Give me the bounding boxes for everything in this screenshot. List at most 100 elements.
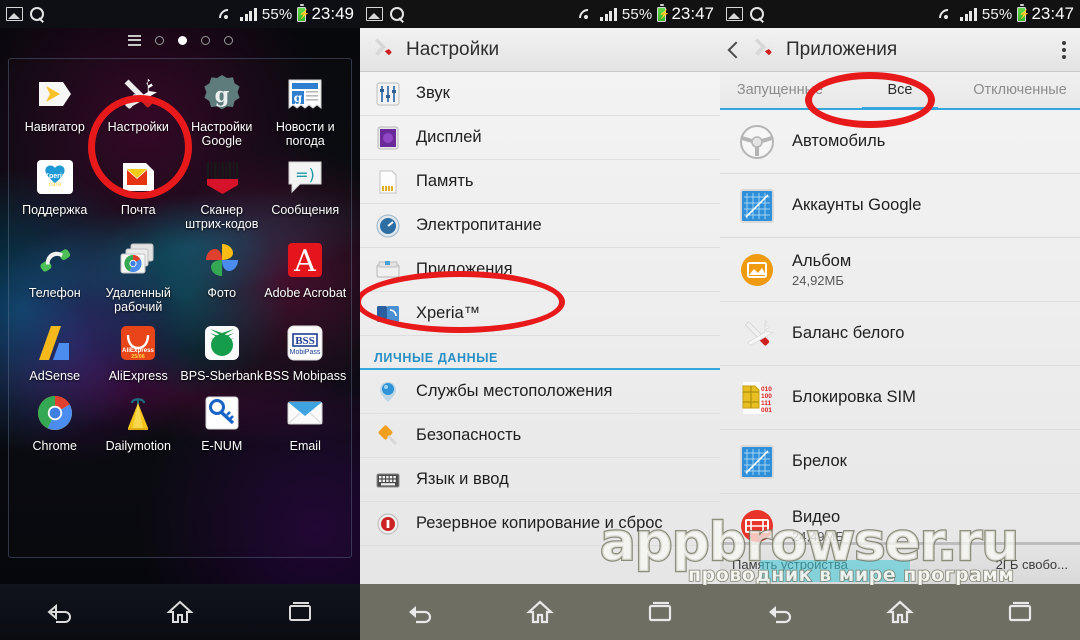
battery-icon <box>657 4 667 22</box>
tab-disabled[interactable]: Отключенные <box>960 72 1080 108</box>
recents-icon[interactable] <box>997 594 1043 630</box>
settings-header: Настройки <box>360 28 720 72</box>
page-dot[interactable] <box>200 35 210 45</box>
applications-header: Приложения <box>720 28 1080 72</box>
search-icon[interactable] <box>750 6 765 22</box>
settings-row-power[interactable]: Электропитание <box>360 204 720 248</box>
back-icon[interactable] <box>757 594 803 630</box>
app-item[interactable]: BPS-Sberbank <box>180 316 264 384</box>
search-icon[interactable] <box>390 6 405 22</box>
clock-label: 23:49 <box>311 4 354 23</box>
page-dot[interactable] <box>154 35 164 45</box>
app-item[interactable]: Удаленный рабочий <box>97 233 181 314</box>
app-list-item-name: Аккаунты Google <box>792 196 922 214</box>
back-icon[interactable] <box>397 594 443 630</box>
app-list-item-name: Видео <box>792 507 841 526</box>
panel-settings: 55% 23:47 <box>360 0 720 640</box>
app-item[interactable]: AliExpress 25/06 AliExpress <box>97 316 181 384</box>
home-icon[interactable] <box>517 594 563 630</box>
app-label: Почта <box>120 203 156 217</box>
app-list-item-name: Брелок <box>792 452 847 470</box>
svg-text:100: 100 <box>761 393 772 400</box>
image-icon <box>366 7 383 21</box>
app-item[interactable]: Почта <box>97 150 181 231</box>
tab-all[interactable]: Все <box>840 72 960 110</box>
app-grid: Навигатор Настройки g Настройки Google g… <box>13 67 347 453</box>
app-label: Поддержка <box>22 203 88 217</box>
app-item[interactable]: Телефон <box>13 233 97 314</box>
grid-menu-icon[interactable] <box>127 34 141 46</box>
status-bar-left: 55% 23:49 <box>0 0 360 28</box>
wifi-icon <box>938 7 955 21</box>
recents-icon[interactable] <box>637 594 683 630</box>
app-item[interactable]: g Настройки Google <box>180 67 264 148</box>
google-photos-icon <box>199 237 245 283</box>
app-item[interactable]: Email <box>264 386 348 454</box>
album-photo-icon <box>736 249 778 291</box>
signal-icon <box>240 7 257 21</box>
blueprint-icon <box>736 185 778 227</box>
navigator-icon <box>32 71 78 117</box>
app-list-item[interactable]: Баланс белого <box>720 302 1080 366</box>
image-icon <box>6 7 23 21</box>
app-item[interactable]: =) Сообщения <box>264 150 348 231</box>
app-list-item[interactable]: 010 100 111 001 Блокировка SIM <box>720 366 1080 430</box>
settings-row-location[interactable]: Службы местоположения <box>360 370 720 414</box>
app-list-item[interactable]: Альбом 24,92МБ <box>720 238 1080 302</box>
overflow-menu-icon[interactable] <box>1062 40 1070 59</box>
app-item[interactable]: A Adobe Acrobat <box>264 233 348 314</box>
settings-row-language[interactable]: Язык и ввод <box>360 458 720 502</box>
app-item[interactable]: Сканер штрих-кодов <box>180 150 264 231</box>
app-item[interactable]: Xperia care Поддержка <box>13 150 97 231</box>
search-icon[interactable] <box>30 6 45 22</box>
app-label: Настройки Google <box>191 120 253 148</box>
app-item[interactable]: Фото <box>180 233 264 314</box>
recents-icon[interactable] <box>277 594 323 630</box>
app-label: Удаленный рабочий <box>105 286 171 314</box>
settings-row-xperia[interactable]: Xperia™ <box>360 292 720 336</box>
settings-row-security[interactable]: Безопасность <box>360 414 720 458</box>
apps-box-icon <box>374 256 402 284</box>
app-list-item[interactable]: Брелок <box>720 430 1080 494</box>
settings-row-display[interactable]: Дисплей <box>360 116 720 160</box>
app-list-item[interactable]: Автомобиль <box>720 110 1080 174</box>
steering-wheel-icon <box>736 121 778 163</box>
home-icon[interactable] <box>157 594 203 630</box>
chrome-remote-desktop-icon <box>115 237 161 283</box>
svg-text:111: 111 <box>761 400 772 407</box>
page-dot-active[interactable] <box>177 35 187 45</box>
app-item[interactable]: Chrome <box>13 386 97 454</box>
applications-content: Приложения Запущенные Все Отключенные Ав… <box>720 28 1080 640</box>
app-label: Телефон <box>28 286 81 300</box>
applications-scroll-area[interactable]: Приложения Запущенные Все Отключенные Ав… <box>720 28 1080 584</box>
back-icon[interactable] <box>37 594 83 630</box>
settings-row-label: Безопасность <box>416 426 522 444</box>
app-item-settings[interactable]: Настройки <box>97 67 181 148</box>
tab-running[interactable]: Запущенные <box>720 72 840 108</box>
app-label: Сообщения <box>271 203 340 217</box>
home-screen-wallpaper: Навигатор Настройки g Настройки Google g… <box>0 28 360 640</box>
settings-row-label: Язык и ввод <box>416 470 509 488</box>
settings-row-backup-reset[interactable]: Резервное копирование и сброс <box>360 502 720 546</box>
battery-percent-label: 55% <box>621 5 653 23</box>
applications-list: Автомобиль Аккаунты Google Альбом 24,92М… <box>720 110 1080 558</box>
storage-card-icon <box>374 168 402 196</box>
settings-scroll-area[interactable]: Настройки Звук Дисплей Память Электропит… <box>360 28 720 584</box>
settings-row-applications[interactable]: Приложения <box>360 248 720 292</box>
app-item[interactable]: AdSense <box>13 316 97 384</box>
app-item[interactable]: Навигатор <box>13 67 97 148</box>
svg-text:care: care <box>48 181 61 188</box>
app-list-item-name: Альбом <box>792 251 852 270</box>
settings-row-sound[interactable]: Звук <box>360 72 720 116</box>
app-item[interactable]: BSS MobiPass BSS Mobipass <box>264 316 348 384</box>
home-icon[interactable] <box>877 594 923 630</box>
settings-row-storage[interactable]: Память <box>360 160 720 204</box>
app-item[interactable]: Dailymotion <box>97 386 181 454</box>
app-list-item-name: Блокировка SIM <box>792 388 916 406</box>
page-dot[interactable] <box>223 35 233 45</box>
app-item[interactable]: g Новости и погода <box>264 67 348 148</box>
sim-card-icon: 010 100 111 001 <box>736 377 778 419</box>
app-item[interactable]: E-NUM <box>180 386 264 454</box>
back-chevron-icon[interactable] <box>727 41 745 58</box>
app-list-item[interactable]: Аккаунты Google <box>720 174 1080 238</box>
